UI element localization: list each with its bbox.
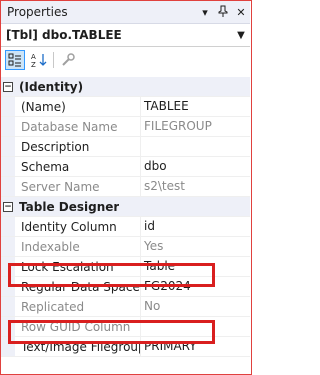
property-value[interactable]: dbo [140,157,250,176]
property-row[interactable]: Schema dbo [1,157,250,177]
category-table-designer[interactable]: − Table Designer [1,197,250,217]
property-row[interactable]: Replicated No [1,297,250,317]
categorized-view-icon[interactable] [5,50,25,70]
property-value[interactable]: FILEGROUP [140,117,250,136]
property-value[interactable]: id [140,217,250,236]
category-label: (Identity) [19,79,84,94]
property-row[interactable]: Indexable Yes [1,237,250,257]
property-name: Identity Column [21,219,117,234]
property-name: (Name) [21,99,66,114]
title-bar: Properties ▾ ✕ [1,1,250,24]
property-row[interactable]: (Name) TABLEE [1,97,250,117]
property-value[interactable]: No [140,297,250,316]
property-row[interactable]: Database Name FILEGROUP [1,117,250,137]
object-name: [Tbl] dbo.TABLEE [6,28,122,42]
dropdown-arrow-icon[interactable]: ▾ [196,6,214,19]
property-value[interactable]: TABLEE [140,97,250,116]
svg-text:Z: Z [31,61,36,68]
property-name: Replicated [21,299,85,314]
property-name: Indexable [21,239,80,254]
property-name: Database Name [21,119,118,134]
alphabetical-sort-icon[interactable]: A Z [29,50,49,70]
pin-icon[interactable] [214,5,232,20]
property-value[interactable]: s2\test [140,177,250,196]
chevron-down-icon[interactable]: ▼ [232,30,250,41]
collapse-icon[interactable]: − [3,81,13,92]
property-toolbar: A Z [1,47,250,73]
collapse-icon[interactable]: − [3,201,13,212]
object-selector[interactable]: [Tbl] dbo.TABLEE ▼ [1,24,250,47]
close-icon[interactable]: ✕ [232,6,250,19]
property-row[interactable]: Identity Column id [1,217,250,237]
category-label: Table Designer [19,199,120,214]
property-value[interactable] [140,137,250,156]
highlight-box-text-image-filegroup [8,320,215,344]
property-row[interactable]: Description [1,137,250,157]
property-pages-wrench-icon[interactable] [58,50,78,70]
property-name: Server Name [21,179,100,194]
property-name: Schema [21,159,70,174]
svg-text:A: A [31,53,36,61]
property-name: Description [21,139,90,154]
property-grid: − (Identity) (Name) TABLEE Database Name… [1,77,250,357]
highlight-box-regular-data-space [8,263,215,287]
window-title: Properties [7,5,68,19]
property-row[interactable]: Server Name s2\test [1,177,250,197]
property-value[interactable]: Yes [140,237,250,256]
toolbar-separator [53,52,54,68]
category-identity[interactable]: − (Identity) [1,77,250,97]
